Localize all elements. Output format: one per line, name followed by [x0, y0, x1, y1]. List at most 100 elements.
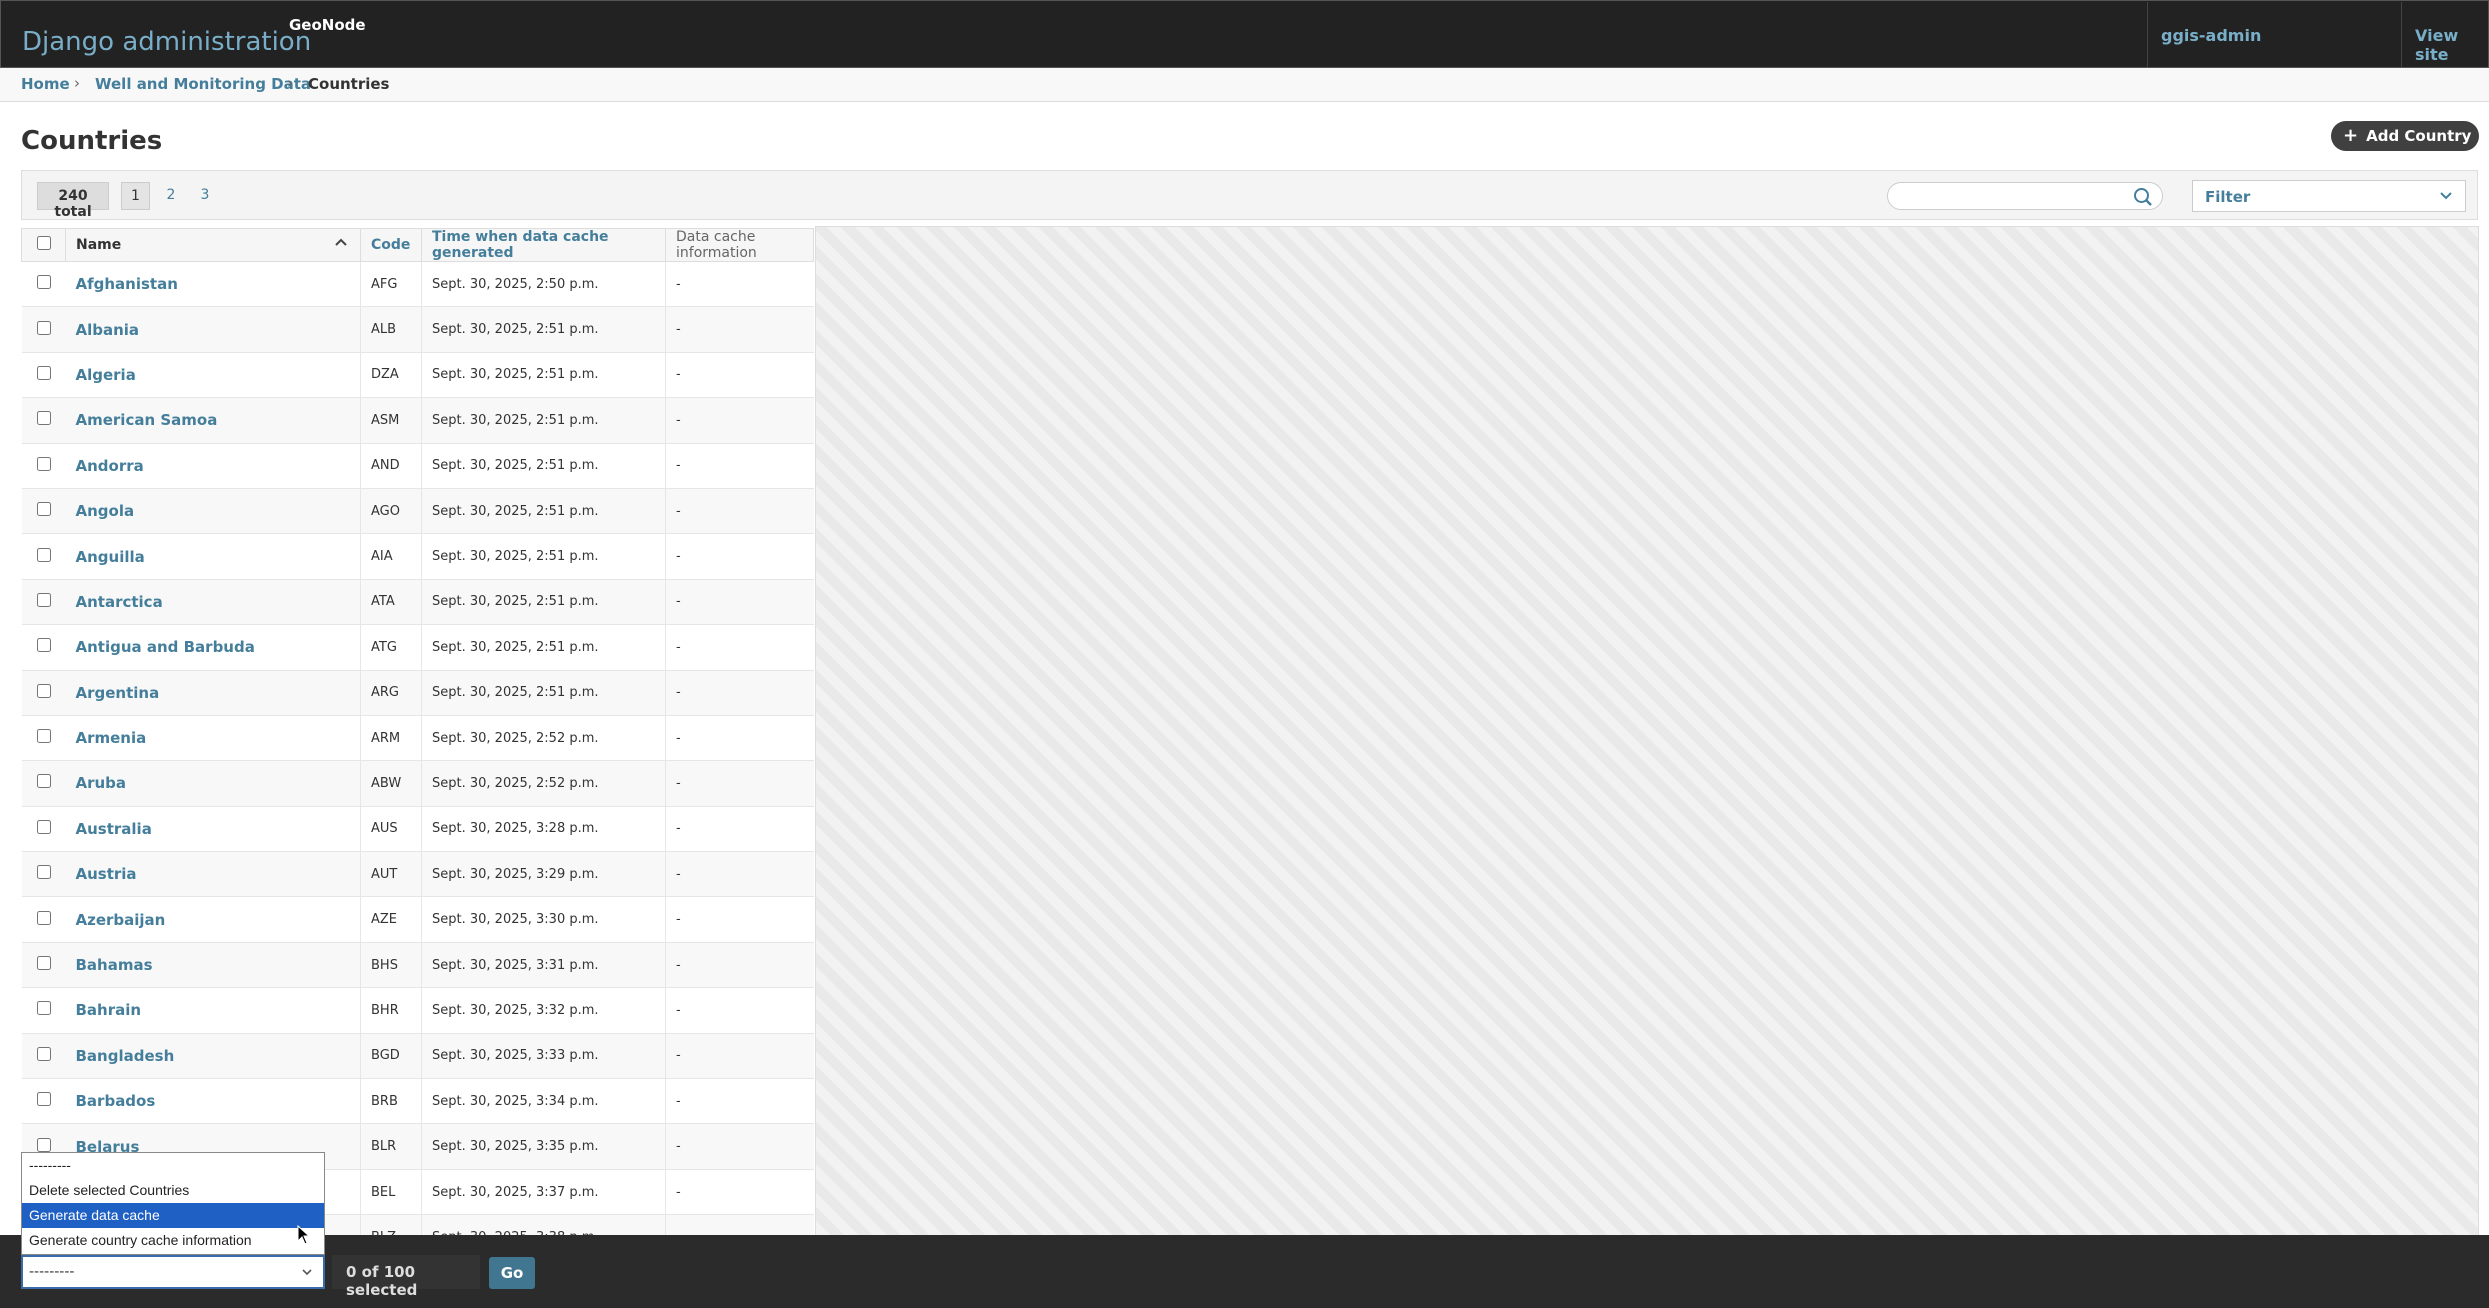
country-name-link[interactable]: Bangladesh: [76, 1047, 175, 1065]
header-divider: [2147, 2, 2148, 67]
row-checkbox[interactable]: [36, 819, 51, 834]
country-name-link[interactable]: Antigua and Barbuda: [76, 638, 255, 656]
action-option-generate-data-cache[interactable]: Generate data cache: [22, 1203, 324, 1228]
cache-time-cell: Sept. 30, 2025, 3:37 p.m.: [421, 1169, 666, 1216]
country-name-link[interactable]: Argentina: [76, 684, 160, 702]
country-code-cell: AIA: [360, 533, 422, 580]
row-checkbox[interactable]: [36, 1137, 51, 1152]
row-checkbox[interactable]: [36, 320, 51, 335]
column-header-name[interactable]: Name: [65, 228, 361, 262]
sort-ascending-icon[interactable]: [334, 237, 348, 247]
country-name-link[interactable]: Azerbaijan: [76, 911, 166, 929]
action-select[interactable]: ---------: [21, 1255, 325, 1289]
row-checkbox[interactable]: [36, 910, 51, 925]
cache-time-cell: Sept. 30, 2025, 3:34 p.m.: [421, 1078, 666, 1125]
cache-time-cell: Sept. 30, 2025, 2:51 p.m.: [421, 352, 666, 399]
cache-time-cell: Sept. 30, 2025, 3:28 p.m.: [421, 806, 666, 853]
selection-counter: 0 of 100 selected: [332, 1255, 480, 1299]
country-name-cell: Australia: [65, 806, 361, 853]
row-checkbox[interactable]: [36, 592, 51, 607]
cache-info-cell: -: [665, 397, 814, 444]
row-select-cell: [21, 896, 66, 943]
row-checkbox[interactable]: [36, 729, 51, 744]
country-name-cell: Albania: [65, 306, 361, 353]
row-checkbox[interactable]: [36, 865, 51, 880]
country-name-link[interactable]: American Samoa: [76, 411, 218, 429]
row-checkbox[interactable]: [36, 547, 51, 562]
row-checkbox[interactable]: [36, 638, 51, 653]
row-checkbox[interactable]: [36, 365, 51, 380]
row-checkbox[interactable]: [36, 502, 51, 517]
country-name-link[interactable]: Algeria: [76, 366, 136, 384]
country-name-cell: Antigua and Barbuda: [65, 624, 361, 671]
country-name-link[interactable]: Afghanistan: [76, 275, 178, 293]
country-name-link[interactable]: Albania: [76, 321, 140, 339]
country-name-cell: Bahamas: [65, 942, 361, 989]
country-code-cell: BHS: [360, 942, 422, 989]
country-name-link[interactable]: Anguilla: [76, 548, 145, 566]
row-checkbox[interactable]: [36, 1046, 51, 1061]
country-name-link[interactable]: Bahamas: [76, 956, 153, 974]
user-menu-link[interactable]: ggis-admin: [2161, 26, 2261, 45]
cache-time-cell: Sept. 30, 2025, 2:52 p.m.: [421, 760, 666, 807]
filter-dropdown[interactable]: Filter: [2192, 180, 2466, 212]
country-name-link[interactable]: Barbados: [76, 1092, 156, 1110]
row-checkbox[interactable]: [36, 411, 51, 426]
row-checkbox[interactable]: [36, 956, 51, 971]
cache-info-cell: -: [665, 1169, 814, 1216]
column-header-time[interactable]: Time when data cache generated: [421, 228, 666, 262]
country-code-cell: ASM: [360, 397, 422, 444]
row-checkbox[interactable]: [36, 1001, 51, 1016]
search-icon[interactable]: [2133, 187, 2153, 207]
view-site-link[interactable]: View site: [2415, 26, 2488, 64]
country-name-link[interactable]: Bahrain: [76, 1001, 142, 1019]
page-3-link[interactable]: 3: [193, 182, 217, 210]
country-code-cell: ABW: [360, 760, 422, 807]
filter-label: Filter: [2205, 188, 2251, 206]
action-option-empty[interactable]: ---------: [22, 1153, 324, 1178]
column-header-code[interactable]: Code: [360, 228, 422, 262]
select-all-checkbox[interactable]: [36, 236, 51, 250]
country-name-link[interactable]: Armenia: [76, 729, 147, 747]
country-code-cell: BLR: [360, 1123, 422, 1170]
row-checkbox[interactable]: [36, 1092, 51, 1107]
add-country-button[interactable]: + Add Country: [2331, 121, 2479, 151]
row-checkbox[interactable]: [36, 275, 51, 290]
country-name-link[interactable]: Antarctica: [76, 593, 163, 611]
breadcrumb-section[interactable]: Well and Monitoring Data: [95, 75, 311, 93]
table-row: Angola AGO Sept. 30, 2025, 2:51 p.m. -: [21, 488, 814, 535]
cache-time-cell: Sept. 30, 2025, 3:32 p.m.: [421, 987, 666, 1034]
action-option-delete[interactable]: Delete selected Countries: [22, 1178, 324, 1203]
country-name-link[interactable]: Aruba: [76, 774, 127, 792]
page-2-link[interactable]: 2: [159, 182, 183, 210]
table-row: Antigua and Barbuda ATG Sept. 30, 2025, 2:…: [21, 624, 814, 671]
row-select-cell: [21, 806, 66, 853]
table-row: Barbados BRB Sept. 30, 2025, 3:34 p.m. -: [21, 1078, 814, 1125]
brand-title[interactable]: Django administration: [22, 27, 311, 57]
site-header: Django administration GeoNode ggis-admin…: [0, 0, 2489, 68]
country-name-link[interactable]: Andorra: [76, 457, 144, 475]
country-name-link[interactable]: Angola: [76, 502, 135, 520]
row-checkbox[interactable]: [36, 456, 51, 471]
row-checkbox[interactable]: [36, 774, 51, 789]
country-name-cell: Antarctica: [65, 579, 361, 626]
cache-time-cell: Sept. 30, 2025, 2:51 p.m.: [421, 488, 666, 535]
row-select-cell: [21, 579, 66, 626]
table-row: Afghanistan AFG Sept. 30, 2025, 2:50 p.m. -: [21, 261, 814, 308]
country-name-cell: Barbados: [65, 1078, 361, 1125]
action-option-generate-cache-info[interactable]: Generate country cache information: [22, 1228, 324, 1253]
cache-info-cell: -: [665, 579, 814, 626]
country-name-cell: Bangladesh: [65, 1033, 361, 1080]
cache-info-cell: -: [665, 942, 814, 989]
cache-time-cell: Sept. 30, 2025, 2:51 p.m.: [421, 306, 666, 353]
country-name-link[interactable]: Austria: [76, 865, 137, 883]
row-checkbox[interactable]: [36, 683, 51, 698]
go-button[interactable]: Go: [489, 1257, 535, 1289]
table-row: Austria AUT Sept. 30, 2025, 3:29 p.m. -: [21, 851, 814, 898]
total-count: 240 total: [37, 182, 109, 220]
country-code-cell: AFG: [360, 261, 422, 308]
breadcrumb-home[interactable]: Home: [21, 75, 70, 93]
chevron-right-icon: ›: [287, 74, 293, 92]
country-name-link[interactable]: Australia: [76, 820, 152, 838]
search-input[interactable]: [1900, 186, 2124, 208]
